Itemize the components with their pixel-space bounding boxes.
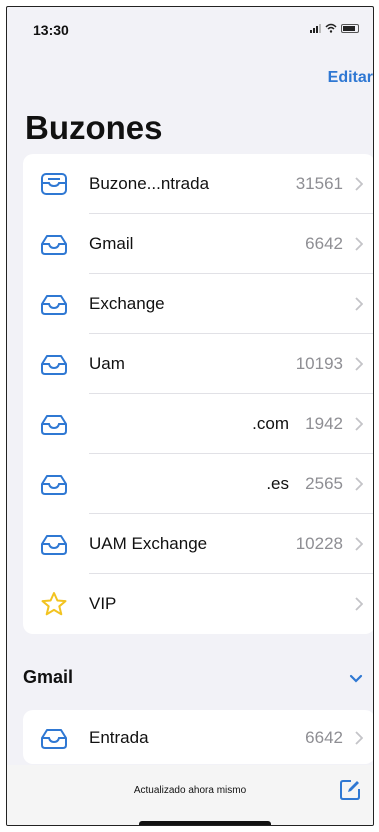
chevron-right-icon <box>355 731 363 745</box>
folder-label: Entrada <box>89 728 149 747</box>
star-icon <box>41 592 67 616</box>
chevron-right-icon <box>355 357 363 371</box>
update-status: Actualizado ahora mismo <box>133 785 247 796</box>
mailbox-label: Gmail <box>89 234 134 253</box>
chevron-right-icon <box>355 297 363 311</box>
mailbox-row-vip[interactable]: VIP <box>23 574 373 634</box>
edit-button[interactable]: Editar <box>328 69 373 87</box>
mailbox-count: 6642 <box>305 234 343 253</box>
inbox-icon <box>41 415 67 435</box>
mailbox-label: .com <box>252 414 289 433</box>
gmail-folder-list: Entrada 6642 <box>23 710 373 764</box>
mailbox-row-com[interactable]: .com 1942 <box>23 394 373 454</box>
mailbox-count: 10193 <box>295 354 343 373</box>
page-title: Buzones <box>25 109 163 146</box>
inbox-icon <box>41 475 67 495</box>
mailbox-label: Buzone...ntrada <box>89 174 210 193</box>
chevron-right-icon <box>355 177 363 191</box>
chevron-right-icon <box>355 237 363 251</box>
folder-count: 6642 <box>305 728 343 747</box>
inbox-icon <box>41 355 67 375</box>
mailbox-row-es[interactable]: .es 2565 <box>23 454 373 514</box>
mailbox-list: Buzone...ntrada 31561 Gmail 6642 Exchang… <box>23 154 373 634</box>
chevron-right-icon <box>355 537 363 551</box>
home-indicator <box>139 821 271 825</box>
mailbox-label: Uam <box>89 354 125 373</box>
inbox-icon <box>41 235 67 255</box>
status-icons <box>310 23 359 33</box>
inbox-icon <box>41 729 67 749</box>
folder-row-entrada[interactable]: Entrada 6642 <box>23 710 373 764</box>
mailbox-row-uam[interactable]: Uam 10193 <box>23 334 373 394</box>
all-inboxes-icon <box>41 173 67 195</box>
compose-icon[interactable] <box>339 779 361 801</box>
mailbox-row-exchange[interactable]: Exchange <box>23 274 373 334</box>
mailbox-row-uam-exchange[interactable]: UAM Exchange 10228 <box>23 514 373 574</box>
mailbox-label: UAM Exchange <box>89 534 208 553</box>
chevron-right-icon <box>355 597 363 611</box>
bottom-toolbar: Actualizado ahora mismo <box>7 765 373 825</box>
mailbox-count: 10228 <box>295 534 343 553</box>
phone-screen: 13:30 Editar Buzones Buzone...ntrada 315… <box>6 6 374 826</box>
status-time: 13:30 <box>33 22 69 38</box>
mailbox-label: VIP <box>89 594 117 613</box>
mailbox-row-gmail[interactable]: Gmail 6642 <box>23 214 373 274</box>
chevron-right-icon <box>355 477 363 491</box>
status-bar: 13:30 <box>7 7 373 53</box>
mailbox-label: .es <box>266 474 289 493</box>
wifi-icon <box>325 23 337 33</box>
chevron-right-icon <box>355 417 363 431</box>
inbox-icon <box>41 535 67 555</box>
section-title-gmail: Gmail <box>23 667 74 687</box>
chevron-down-icon[interactable] <box>349 674 363 684</box>
signal-icon <box>310 23 321 33</box>
mailbox-count: 31561 <box>295 174 343 193</box>
mailbox-label: Exchange <box>89 294 165 313</box>
battery-icon <box>341 23 359 33</box>
mailbox-row-all-inboxes[interactable]: Buzone...ntrada 31561 <box>23 154 373 214</box>
inbox-icon <box>41 295 67 315</box>
mailbox-count: 2565 <box>305 474 343 493</box>
mailbox-count: 1942 <box>305 414 343 433</box>
